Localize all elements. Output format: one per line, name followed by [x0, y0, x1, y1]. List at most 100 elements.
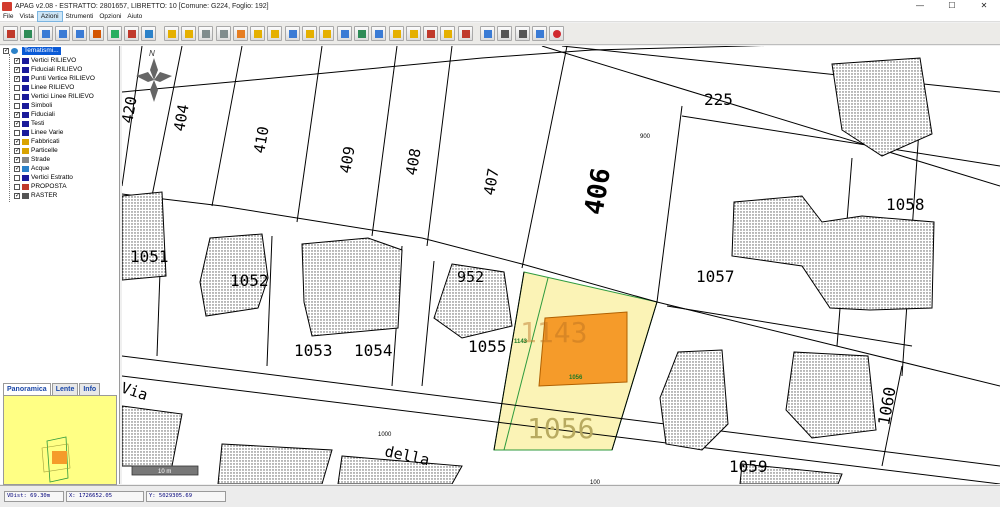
book-button[interactable]: [457, 26, 473, 41]
overview-map[interactable]: [3, 395, 117, 485]
menu-aiuto[interactable]: Aiuto: [124, 12, 145, 21]
layer-item[interactable]: Linee Varie: [14, 128, 63, 137]
scale-label: 10 m: [158, 469, 171, 475]
edit-button[interactable]: [3, 26, 18, 41]
layer-item[interactable]: ✓ Testi: [14, 119, 44, 128]
cadastral-map[interactable]: N 420 404 410 409 408 407 406 225 1058 1…: [122, 46, 1000, 484]
menu-strumenti[interactable]: Strumenti: [63, 12, 97, 21]
layer-checkbox[interactable]: [14, 174, 20, 181]
pan-button[interactable]: [89, 26, 105, 41]
tab-lente[interactable]: Lente: [51, 383, 79, 395]
globe-button[interactable]: [141, 26, 157, 41]
parcel-label-1054: 1054: [354, 341, 393, 360]
layer-item[interactable]: Linee RILIEVO: [14, 83, 74, 92]
layer-item[interactable]: Simboli: [14, 101, 52, 110]
print-preview-button[interactable]: [497, 26, 513, 41]
layer-icon: [22, 120, 29, 127]
layer-icon: [22, 111, 29, 118]
close-icon[interactable]: ✕: [968, 0, 1000, 12]
grid-button[interactable]: [106, 26, 122, 41]
text-button[interactable]: [319, 26, 335, 41]
flag-button[interactable]: [423, 26, 439, 41]
zoom-in-button[interactable]: [37, 26, 53, 41]
menu-file[interactable]: File: [0, 12, 16, 21]
layer-checkbox[interactable]: ✓: [14, 192, 20, 199]
export-button[interactable]: [353, 26, 369, 41]
status-bar: VDist: 69.30m X: 1726652.05 Y: 5029305.6…: [0, 485, 1000, 507]
minimize-icon[interactable]: —: [904, 0, 936, 12]
status-y-coordinate: Y: 5029305.69: [146, 491, 226, 502]
layer-checkbox[interactable]: ✓: [14, 165, 20, 172]
table-icon: [184, 30, 193, 38]
tab-info[interactable]: Info: [79, 383, 101, 395]
layer-checkbox[interactable]: ✓: [14, 57, 20, 64]
stamp-button[interactable]: [198, 26, 214, 41]
symbol-button[interactable]: [336, 26, 352, 41]
layer-checkbox[interactable]: ✓: [14, 138, 20, 145]
window-button[interactable]: [480, 26, 496, 41]
layer-label: Testi: [31, 120, 45, 127]
layer-label: Vertici RILIEVO: [31, 57, 77, 64]
exit-button[interactable]: [549, 26, 565, 41]
zoom-extent-button[interactable]: [72, 26, 88, 41]
layer-item[interactable]: ✓ Strade: [14, 155, 50, 164]
menu-vista[interactable]: Vista: [16, 12, 36, 21]
layer-item[interactable]: Vertici Linee RILIEVO: [14, 92, 94, 101]
page-button[interactable]: [440, 26, 456, 41]
point-button[interactable]: [232, 26, 248, 41]
layer-checkbox[interactable]: [14, 129, 20, 136]
layer-checkbox[interactable]: ✓: [14, 156, 20, 163]
menu-opzioni[interactable]: Opzioni: [96, 12, 124, 21]
print-button[interactable]: [514, 26, 530, 41]
map-canvas[interactable]: N 420 404 410 409 408 407 406 225 1058 1…: [122, 46, 1000, 484]
layer-item[interactable]: ✓ Fiduciali RILIEVO: [14, 65, 82, 74]
zoom-window-button[interactable]: [20, 26, 36, 41]
layer-checkbox[interactable]: [14, 93, 20, 100]
layer-checkbox[interactable]: ✓: [14, 75, 20, 82]
parcel-label-952: 952: [457, 268, 484, 286]
layer-checkbox[interactable]: [14, 84, 20, 91]
layer-label: Acque: [31, 165, 50, 172]
parcel-label-1053: 1053: [294, 341, 333, 360]
maximize-icon[interactable]: ☐: [936, 0, 968, 12]
document-button[interactable]: [388, 26, 404, 41]
layer-item[interactable]: ✓ Particelle: [14, 146, 58, 155]
app-icon: [2, 1, 12, 11]
tab-panoramica[interactable]: Panoramica: [3, 383, 51, 395]
pan-icon: [93, 30, 102, 38]
parcel-label-407: 407: [480, 167, 502, 197]
measure-button[interactable]: [215, 26, 231, 41]
area-button[interactable]: [267, 26, 283, 41]
layer-item[interactable]: PROPOSTA: [14, 182, 67, 191]
layer-checkbox[interactable]: ✓: [14, 66, 20, 73]
import-button[interactable]: [371, 26, 387, 41]
layer-item[interactable]: ✓ Fiduciali: [14, 110, 55, 119]
zoom-out-button[interactable]: [54, 26, 70, 41]
polygon-button[interactable]: [302, 26, 318, 41]
line-button[interactable]: [250, 26, 266, 41]
menu-azioni[interactable]: Azioni: [36, 11, 63, 22]
pencil-button[interactable]: [405, 26, 421, 41]
title-bar: APAG v2.08 - ESTRATTO: 2801657, LIBRETTO…: [0, 0, 1000, 12]
layer-checkbox[interactable]: ✓: [14, 147, 20, 154]
layer-item[interactable]: ✓ RASTER: [14, 191, 57, 200]
layer-checkbox[interactable]: ✓: [14, 111, 20, 118]
layer-item[interactable]: ✓ Acque: [14, 164, 49, 173]
layer-checkbox[interactable]: ✓: [14, 120, 20, 127]
layer-checkbox[interactable]: [14, 183, 20, 190]
layer-checkbox[interactable]: [14, 102, 20, 109]
snap-button[interactable]: [124, 26, 140, 41]
layer-label: Fiduciali RILIEVO: [31, 66, 83, 73]
select-button[interactable]: [284, 26, 300, 41]
point-icon: [236, 30, 245, 38]
print-preview-icon: [501, 30, 510, 38]
table-button[interactable]: [180, 26, 196, 41]
layer-item[interactable]: ✓ Punti Vertice RILIEVO: [14, 74, 95, 83]
layer-item[interactable]: Vertici Estratto: [14, 173, 73, 182]
settings-button[interactable]: [531, 26, 547, 41]
layer-tree-root[interactable]: ✓ Tematismi...: [3, 47, 61, 55]
layer-item[interactable]: ✓ Fabbricati: [14, 137, 60, 146]
layer-item[interactable]: ✓ Vertici RILIEVO: [14, 56, 76, 65]
parcel-label-1143: 1143: [520, 316, 587, 349]
layer-button[interactable]: [163, 26, 179, 41]
